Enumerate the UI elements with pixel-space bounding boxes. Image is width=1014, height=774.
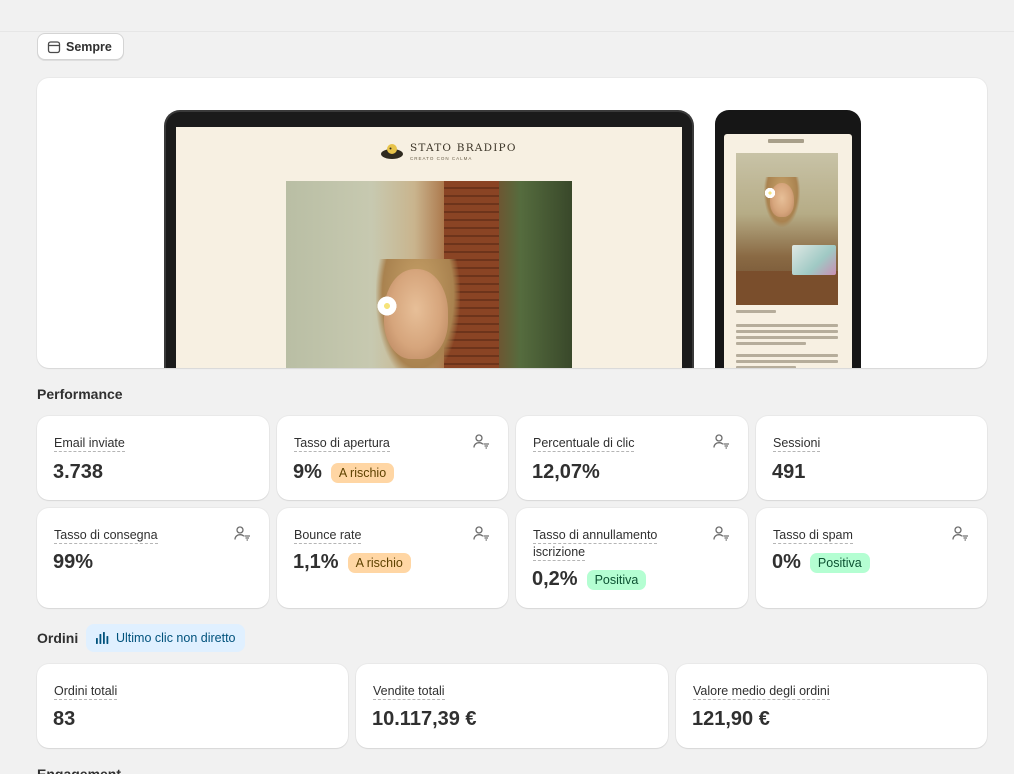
metric-card-open-rate: Tasso di apertura 9% A rischio [277,416,508,500]
metric-value: 83 [53,708,76,730]
metric-label[interactable]: Ordini totali [54,684,118,700]
metric-label[interactable]: Tasso di annullamento iscrizione [533,528,658,561]
metric-label[interactable]: Email inviate [54,436,125,452]
performance-title: Performance [37,386,123,402]
metric-value: 10.117,39 € [372,708,477,730]
metric-label[interactable]: Tasso di spam [773,528,853,544]
date-range-label: Sempre [66,39,112,54]
mobile-text-line [736,354,838,357]
top-divider [0,31,1014,32]
mobile-text-line [736,360,838,363]
metric-label[interactable]: Bounce rate [294,528,362,544]
status-badge: Positiva [809,552,870,573]
calendar-icon [47,40,61,53]
status-badge: A rischio [330,462,395,483]
mobile-photo-table [736,271,838,305]
orders-title: Ordini [37,630,79,646]
audience-filter-icon[interactable] [713,434,730,449]
brand-tagline: CREATO CON CALMA [410,155,473,161]
audience-filter-icon[interactable] [473,526,490,541]
metric-card-spam-rate: Tasso di spam 0% Positiva [756,508,987,608]
attribution-model-label: Ultimo clic non diretto [116,631,236,645]
metric-card-unsubscribe-rate: Tasso di annullamento iscrizione 0,2% Po… [516,508,748,608]
mobile-text-line [736,324,838,327]
metric-card-bounce-rate: Bounce rate 1,1% A rischio [277,508,508,608]
metric-label[interactable]: Tasso di consegna [54,528,158,544]
metric-card-total-orders: Ordini totali 83 [37,664,348,748]
brand-name: STATO BRADIPO [410,141,517,154]
mobile-text-line [736,310,776,313]
mobile-photo-laptop [792,245,836,275]
desktop-preview-screen: STATO BRADIPO CREATO CON CALMA [176,127,682,368]
mobile-text-line [736,336,838,339]
email-preview-card: STATO BRADIPO CREATO CON CALMA [37,78,987,368]
audience-filter-icon[interactable] [952,526,969,541]
metric-card-sessions: Sessioni 491 [756,416,987,500]
metric-value: 0% [772,551,801,573]
mobile-text-line [736,342,806,345]
desktop-preview: STATO BRADIPO CREATO CON CALMA [164,110,694,368]
metric-value: 3.738 [53,461,104,483]
metric-card-total-sales: Vendite totali 10.117,39 € [356,664,668,748]
bar-chart-icon [96,632,109,644]
metric-value: 12,07% [532,461,600,483]
metric-label[interactable]: Tasso di apertura [294,436,390,452]
metric-label[interactable]: Vendite totali [373,684,445,700]
metric-value: 121,90 € [692,708,770,730]
audience-filter-icon[interactable] [473,434,490,449]
status-badge: Positiva [586,569,647,590]
audience-filter-icon[interactable] [234,526,251,541]
attribution-model-chip[interactable]: Ultimo clic non diretto [86,624,245,652]
metric-value: 99% [53,551,94,573]
brand-logo: STATO BRADIPO CREATO CON CALMA [380,141,517,161]
mobile-preview-screen [724,134,852,368]
mobile-brand-logo [768,139,804,143]
mobile-text-line [736,330,838,333]
metric-value: 9% [293,461,322,483]
photo-flower [376,295,398,317]
engagement-title: Engagement [37,766,122,774]
mobile-preview [715,110,861,368]
metric-label[interactable]: Valore medio degli ordini [693,684,830,700]
hero-photo [286,181,572,368]
metric-label[interactable]: Sessioni [773,436,821,452]
status-badge: A rischio [347,552,411,573]
metric-card-email-sent: Email inviate 3.738 [37,416,269,500]
metric-value: 1,1% [293,551,339,573]
metric-value: 0,2% [532,568,578,590]
sloth-logo-icon [381,144,403,159]
mobile-text-line [736,366,796,368]
metric-card-average-order-value: Valore medio degli ordini 121,90 € [676,664,987,748]
mobile-hero-photo [736,153,838,305]
audience-filter-icon[interactable] [713,526,730,541]
mobile-photo-flower [764,187,776,199]
metric-value: 491 [772,461,806,483]
metric-card-delivery-rate: Tasso di consegna 99% [37,508,269,608]
metric-card-click-rate: Percentuale di clic 12,07% [516,416,748,500]
date-range-button[interactable]: Sempre [37,33,124,60]
metric-label[interactable]: Percentuale di clic [533,436,635,452]
